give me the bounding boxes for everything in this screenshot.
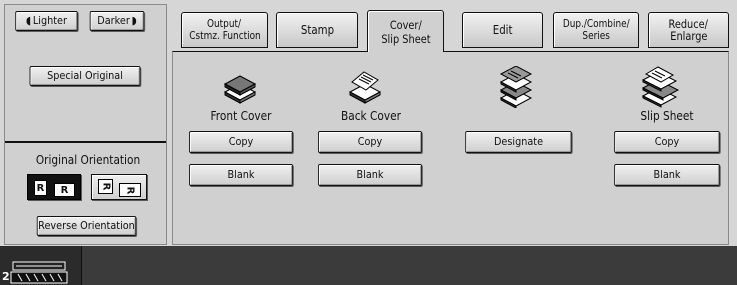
slip-sheet-icon xyxy=(641,66,680,108)
rotated-document-icon: R xyxy=(98,179,113,194)
front-cover-label: Front Cover xyxy=(210,109,272,123)
tab-reduce-enlarge[interactable]: Reduce/ Enlarge xyxy=(648,12,729,48)
darker-label: Darker xyxy=(97,14,130,27)
orientation-option-rotated[interactable]: R R xyxy=(91,174,147,200)
tab-dup-combine-series[interactable]: Dup./Combine/ Series xyxy=(553,12,639,48)
back-cover-icon xyxy=(348,71,382,104)
tab-stamp[interactable]: Stamp xyxy=(276,12,358,48)
rotated-document-icon: R xyxy=(119,183,141,197)
tab-edit[interactable]: Edit xyxy=(462,12,543,48)
left-panel xyxy=(4,4,167,245)
copier-screen: ◖ Lighter Darker ◗ Special Original Orig… xyxy=(0,0,737,285)
slip-sheet-copy-button[interactable]: Copy xyxy=(614,131,720,153)
front-cover-copy-button[interactable]: Copy xyxy=(189,131,293,153)
darker-icon: ◗ xyxy=(131,14,137,27)
slip-sheet-label: Slip Sheet xyxy=(640,109,694,123)
reverse-orientation-button[interactable]: Reverse Orientation xyxy=(36,216,137,236)
tab-output-customize-function[interactable]: Output/ Cstmz. Function xyxy=(181,12,268,48)
back-cover-copy-button[interactable]: Copy xyxy=(318,131,422,153)
document-icon: R xyxy=(34,180,47,196)
lighter-label: Lighter xyxy=(32,14,67,27)
designate-button[interactable]: Designate xyxy=(465,131,572,153)
tray-number: 2 xyxy=(2,270,10,283)
slip-sheet-blank-button[interactable]: Blank xyxy=(614,164,720,186)
paper-tray-icon xyxy=(10,261,68,284)
original-orientation-label: Original Orientation xyxy=(35,153,141,167)
lighter-icon: ◖ xyxy=(26,14,32,27)
back-cover-label: Back Cover xyxy=(341,109,401,123)
designate-stack-icon xyxy=(499,66,533,108)
document-icon: R xyxy=(54,183,75,197)
front-cover-blank-button[interactable]: Blank xyxy=(189,164,293,186)
tab-cover-slip-sheet[interactable]: Cover/ Slip Sheet xyxy=(367,10,444,52)
left-panel-divider xyxy=(5,141,166,143)
orientation-option-upright[interactable]: R R xyxy=(27,174,81,200)
lighter-button[interactable]: ◖ Lighter xyxy=(15,11,78,31)
paper-tray-status: 2 xyxy=(0,246,82,285)
front-cover-icon xyxy=(223,75,257,104)
back-cover-blank-button[interactable]: Blank xyxy=(318,164,422,186)
special-original-button[interactable]: Special Original xyxy=(29,66,141,86)
status-bar: 2 xyxy=(0,246,737,285)
darker-button[interactable]: Darker ◗ xyxy=(89,11,145,31)
